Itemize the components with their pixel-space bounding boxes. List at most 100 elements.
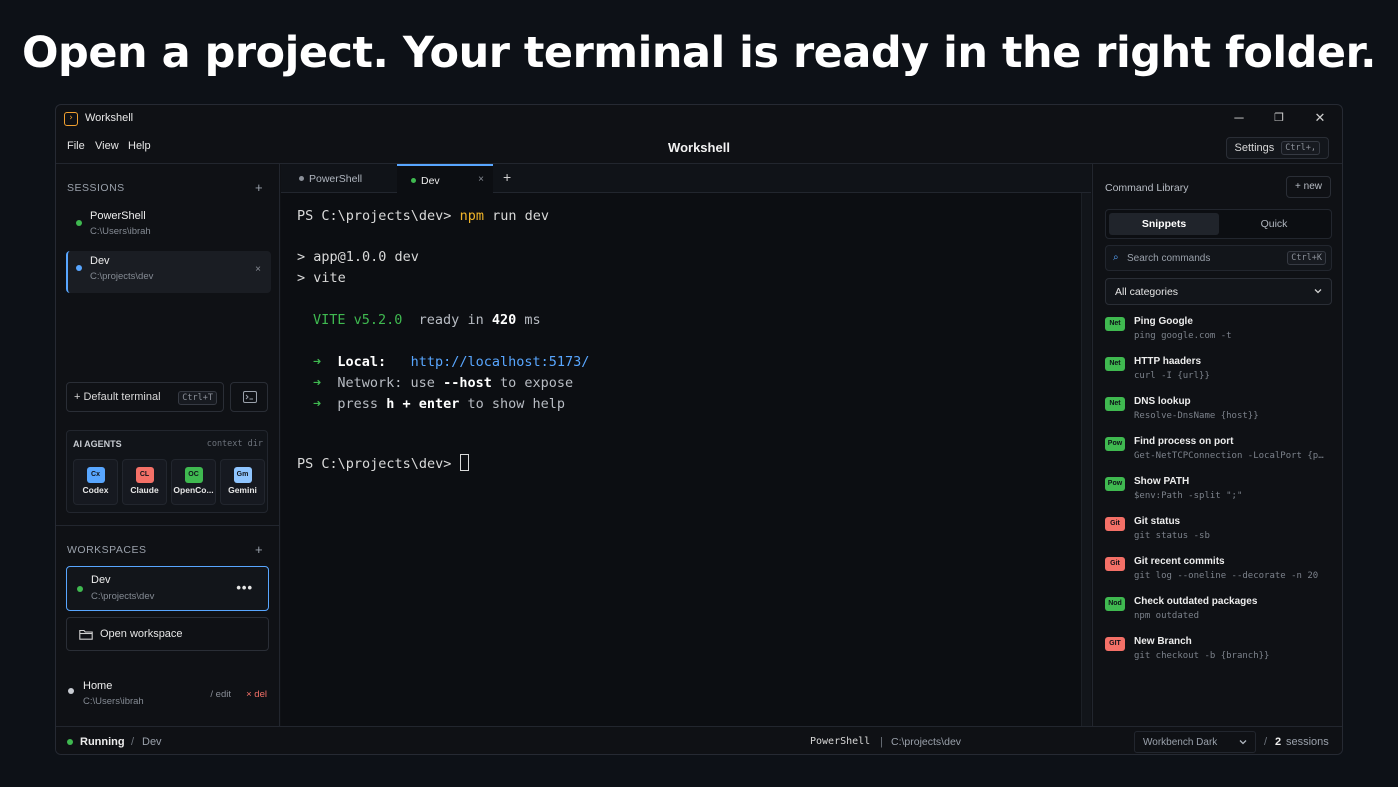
workspace-item-dev[interactable]: Dev C:\projects\dev ••• — [66, 566, 269, 611]
agent-opencode-button[interactable]: OC OpenCo... — [171, 459, 216, 505]
final-prompt: PS C:\projects\dev> — [297, 456, 452, 472]
agent-claude-button[interactable]: CL Claude — [122, 459, 167, 505]
command-item[interactable]: Pow Find process on port Get-NetTCPConnect… — [1105, 435, 1332, 471]
prompt: PS C:\projects\dev> — [297, 208, 452, 224]
gemini-icon: Gm — [233, 467, 252, 483]
more-options-icon[interactable]: ••• — [236, 580, 253, 595]
command-item[interactable]: Pow Show PATH $env:Path -split ";" — [1105, 475, 1332, 511]
command-item[interactable]: Net DNS lookup Resolve-DnsName {host}} — [1105, 395, 1332, 431]
category-badge: Nod — [1105, 597, 1125, 611]
tab-quick[interactable]: Quick — [1219, 213, 1329, 235]
close-session-button[interactable]: × — [255, 264, 261, 275]
close-window-button[interactable]: ✕ — [1309, 109, 1331, 127]
ai-agents-title: AI AGENTS — [73, 439, 122, 449]
session-status-dot — [76, 220, 82, 226]
command-library-panel: Command Library + new Snippets Quick ⌕ S… — [1092, 164, 1342, 726]
tab-powershell[interactable]: PowerShell — [285, 164, 397, 193]
workspace-item-home[interactable]: Home C:\Users\ibrah / edit × del — [66, 678, 271, 714]
add-session-button[interactable]: + — [255, 180, 263, 195]
ready-ms: 420 — [491, 312, 517, 328]
command-name: HTTP haaders — [1134, 356, 1202, 367]
restore-button[interactable]: ❐ — [1268, 109, 1290, 127]
status-text: Running — [80, 736, 125, 748]
session-item-powershell[interactable]: PowerShell C:\Users\ibrah — [66, 206, 271, 248]
sessions-label: sessions — [1286, 736, 1329, 748]
claude-icon: CL — [135, 467, 154, 483]
tab-status-dot — [411, 178, 416, 183]
press-enter: enter — [418, 396, 460, 412]
minimize-button[interactable]: ─ — [1228, 109, 1250, 127]
workspace-path: C:\projects\dev — [91, 591, 155, 602]
command-code: Get-NetTCPConnection -LocalPort {p... — [1134, 451, 1329, 461]
command-name: Show PATH — [1134, 476, 1190, 487]
category-select[interactable]: All categories — [1105, 278, 1332, 305]
search-commands-input[interactable]: ⌕ Search commands Ctrl+K — [1105, 245, 1332, 271]
search-placeholder: Search commands — [1127, 253, 1211, 264]
settings-label: Settings — [1234, 142, 1275, 154]
output-app: > app@1.0.0 dev — [297, 249, 419, 265]
command-name: Check outdated packages — [1134, 596, 1258, 607]
command-name: New Branch — [1134, 636, 1192, 647]
settings-button[interactable]: Settings Ctrl+, — [1225, 137, 1329, 159]
command-item[interactable]: Net HTTP haaders curl -I {url}} — [1105, 355, 1332, 391]
command-item[interactable]: Git Git recent commits git log --oneline -… — [1105, 555, 1332, 591]
local-url-link[interactable]: http://localhost:5173/ — [411, 354, 590, 370]
press-h: h — [386, 396, 395, 412]
terminal-output[interactable]: PS C:\projects\dev> npm run dev > app@1.… — [297, 208, 589, 472]
session-path: C:\Users\ibrah — [90, 226, 151, 237]
status-separator: / — [1264, 736, 1268, 748]
window-title: Workshell — [85, 112, 134, 124]
terminal-app-icon: › — [64, 112, 78, 126]
tab-dev[interactable]: Dev × — [397, 164, 493, 193]
library-mode-toggle: Snippets Quick — [1105, 209, 1332, 239]
terminal-scrollbar[interactable] — [1081, 193, 1091, 726]
command-library-title: Command Library — [1105, 182, 1189, 194]
command-item[interactable]: GIT New Branch git checkout -b {branch}} — [1105, 635, 1332, 671]
status-path: C:\projects\dev — [891, 736, 962, 748]
command-name: Git status — [1134, 516, 1181, 527]
headline: Open a project. Your terminal is ready i… — [22, 28, 1376, 78]
terminal-picker-button[interactable] — [230, 382, 268, 412]
open-workspace-button[interactable]: Open workspace — [66, 617, 269, 651]
close-tab-button[interactable]: × — [478, 174, 484, 185]
theme-select[interactable]: Workbench Dark — [1134, 731, 1256, 753]
command-code: npm outdated — [1134, 611, 1200, 621]
command-item[interactable]: Git Git status git status -sb — [1105, 515, 1332, 551]
context-dir-label: context dir — [206, 439, 263, 449]
sessions-title: SESSIONS — [67, 182, 125, 194]
command-args: run dev — [492, 208, 550, 224]
command-code: ping google.com -t — [1134, 331, 1232, 341]
sidebar: SESSIONS + PowerShell C:\Users\ibrah Dev… — [56, 164, 280, 726]
status-bar: Running / Dev PowerShell | C:\projects\d… — [56, 726, 1342, 754]
command-name: Git recent commits — [1134, 556, 1225, 567]
new-tab-button[interactable]: + — [503, 169, 511, 185]
folder-icon — [79, 629, 93, 640]
workspace-status-dot — [68, 688, 74, 694]
command-code: Resolve-DnsName {host}} — [1134, 411, 1259, 421]
category-badge: Net — [1105, 397, 1125, 411]
agent-name: Codex — [82, 485, 109, 495]
agent-gemini-button[interactable]: Gm Gemini — [220, 459, 265, 505]
session-item-dev[interactable]: Dev C:\projects\dev × — [66, 251, 271, 293]
command-item[interactable]: Net Ping Google ping google.com -t — [1105, 315, 1332, 351]
command-name: Ping Google — [1134, 316, 1193, 327]
edit-workspace-button[interactable]: / edit — [210, 689, 231, 700]
agent-codex-button[interactable]: Cx Codex — [73, 459, 118, 505]
network-suffix: to expose — [500, 375, 574, 391]
default-terminal-button[interactable]: + Default terminal Ctrl+T — [66, 382, 224, 412]
category-badge: Net — [1105, 317, 1125, 331]
new-command-button[interactable]: + new — [1286, 176, 1331, 198]
add-workspace-button[interactable]: + — [255, 542, 263, 557]
open-workspace-label: Open workspace — [100, 628, 183, 640]
category-badge: Pow — [1105, 437, 1125, 451]
tab-snippets[interactable]: Snippets — [1109, 213, 1219, 235]
tab-label: Dev — [421, 175, 440, 187]
terminal-pane[interactable]: PowerShell Dev × + PS C:\projects\dev> n… — [281, 164, 1091, 726]
delete-workspace-button[interactable]: × del — [246, 689, 267, 700]
chevron-down-icon — [1239, 740, 1247, 745]
category-value: All categories — [1115, 286, 1179, 298]
command-code: git log --oneline --decorate -n 20 — [1134, 571, 1319, 581]
command-item[interactable]: Nod Check outdated packages npm outdated — [1105, 595, 1332, 631]
running-status-dot — [67, 739, 73, 745]
app-window: › Workshell ─ ❐ ✕ File View Help Workshe… — [55, 104, 1343, 755]
